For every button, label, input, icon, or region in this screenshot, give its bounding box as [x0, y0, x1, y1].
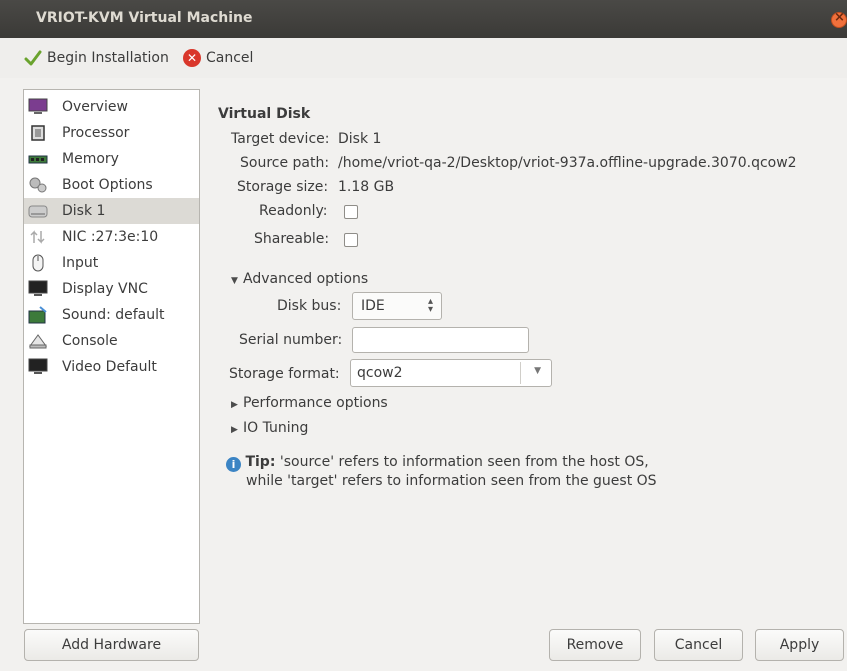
cancel-button[interactable]: Cancel [654, 629, 743, 661]
tip-bold-label: Tip: [245, 454, 276, 470]
sidebar-item-label: Input [62, 255, 99, 271]
toolbar-cancel-button[interactable]: ✕ Cancel [183, 47, 253, 69]
window-title: VRIOT-KVM Virtual Machine [36, 10, 253, 26]
cpu-icon [31, 125, 45, 141]
sidebar-item-processor[interactable]: Processor [24, 120, 199, 146]
source-path-value: /home/vriot-qa-2/Desktop/vriot-937a.offl… [338, 155, 797, 171]
target-device-label: Target device: [231, 131, 330, 147]
network-icon [30, 230, 45, 244]
advanced-options-expander[interactable]: ▼ Advanced options [231, 271, 368, 287]
close-window-icon[interactable] [831, 10, 847, 28]
shareable-label: Shareable: [254, 231, 330, 247]
sidebar-item-label: Console [62, 333, 118, 349]
gears-icon [29, 177, 47, 193]
begin-installation-button[interactable]: Begin Installation [24, 47, 169, 69]
storage-format-combo[interactable]: qcow2 ▼ [350, 359, 552, 387]
sidebar-item-disk-1[interactable]: Disk 1 [24, 198, 199, 224]
sidebar-item-label: Disk 1 [62, 203, 106, 219]
combo-separator [520, 362, 521, 384]
mouse-icon [32, 254, 44, 272]
storage-format-value: qcow2 [357, 365, 403, 381]
updown-arrows-icon: ▴ ▾ [427, 296, 433, 315]
tip-note: i Tip: 'source' refers to information se… [226, 453, 746, 490]
expander-closed-icon: ▶ [231, 400, 238, 410]
hardware-list: Overview Processor Memory Boot Options D… [23, 89, 200, 624]
advanced-options-label: Advanced options [243, 271, 369, 287]
shareable-checkbox[interactable] [344, 233, 358, 247]
add-hardware-button[interactable]: Add Hardware [24, 629, 199, 661]
performance-options-label: Performance options [243, 395, 388, 411]
serial-number-input[interactable] [352, 327, 529, 353]
toolbar-cancel-label: Cancel [206, 50, 254, 66]
sidebar-item-label: Overview [62, 99, 128, 115]
sidebar-item-label: NIC :27:3e:10 [62, 229, 159, 245]
monitor-icon [28, 98, 48, 114]
apply-button[interactable]: Apply [755, 629, 844, 661]
sidebar-item-console[interactable]: Console [24, 328, 199, 354]
storage-size-label: Storage size: [237, 179, 329, 195]
expander-closed-icon: ▶ [231, 425, 238, 435]
disk-bus-label: Disk bus: [277, 298, 342, 314]
storage-format-label: Storage format: [229, 366, 340, 382]
sidebar-item-nic[interactable]: NIC :27:3e:10 [24, 224, 199, 250]
checkmark-icon [24, 50, 42, 66]
expander-open-icon: ▼ [231, 276, 238, 286]
sidebar-item-label: Display VNC [62, 281, 148, 297]
sidebar-item-label: Processor [62, 125, 130, 141]
vm-details-window: VRIOT-KVM Virtual Machine Begin Installa… [0, 0, 847, 671]
sidebar-item-video[interactable]: Video Default [24, 354, 199, 380]
disk-bus-select[interactable]: IDE ▴ ▾ [352, 292, 442, 320]
toolbar: Begin Installation ✕ Cancel [0, 38, 847, 78]
sidebar-item-overview[interactable]: Overview [24, 94, 199, 120]
sidebar-item-label: Sound: default [62, 307, 165, 323]
disk-bus-value: IDE [361, 298, 385, 314]
section-title: Virtual Disk [218, 106, 311, 122]
begin-installation-label: Begin Installation [47, 50, 169, 66]
disk-icon [28, 205, 48, 218]
cancel-icon: ✕ [183, 49, 201, 67]
performance-options-expander[interactable]: ▶ Performance options [231, 395, 388, 411]
io-tuning-label: IO Tuning [243, 420, 309, 436]
sidebar-item-display-vnc[interactable]: Display VNC [24, 276, 199, 302]
source-path-label: Source path: [240, 155, 330, 171]
readonly-label: Readonly: [259, 203, 328, 219]
chevron-down-icon[interactable]: ▼ [534, 366, 541, 376]
console-icon [29, 334, 47, 349]
remove-button[interactable]: Remove [549, 629, 641, 661]
memory-icon [28, 155, 48, 164]
info-icon: i [226, 457, 241, 472]
sidebar-item-label: Boot Options [62, 177, 153, 193]
storage-size-value: 1.18 GB [338, 179, 395, 195]
video-icon [28, 358, 48, 374]
tip-text-line2: while 'target' refers to information see… [246, 473, 657, 489]
sound-icon [28, 306, 47, 324]
io-tuning-expander[interactable]: ▶ IO Tuning [231, 420, 308, 436]
sidebar-item-memory[interactable]: Memory [24, 146, 199, 172]
sidebar-item-boot-options[interactable]: Boot Options [24, 172, 199, 198]
sidebar-item-label: Video Default [62, 359, 157, 375]
sidebar-item-sound[interactable]: Sound: default [24, 302, 199, 328]
sidebar-item-label: Memory [62, 151, 119, 167]
readonly-checkbox[interactable] [344, 205, 358, 219]
serial-number-label: Serial number: [239, 332, 343, 348]
display-icon [28, 280, 48, 296]
tip-text-line1: 'source' refers to information seen from… [275, 454, 649, 470]
sidebar-item-input[interactable]: Input [24, 250, 199, 276]
title-bar: VRIOT-KVM Virtual Machine [0, 0, 847, 38]
target-device-value: Disk 1 [338, 131, 382, 147]
